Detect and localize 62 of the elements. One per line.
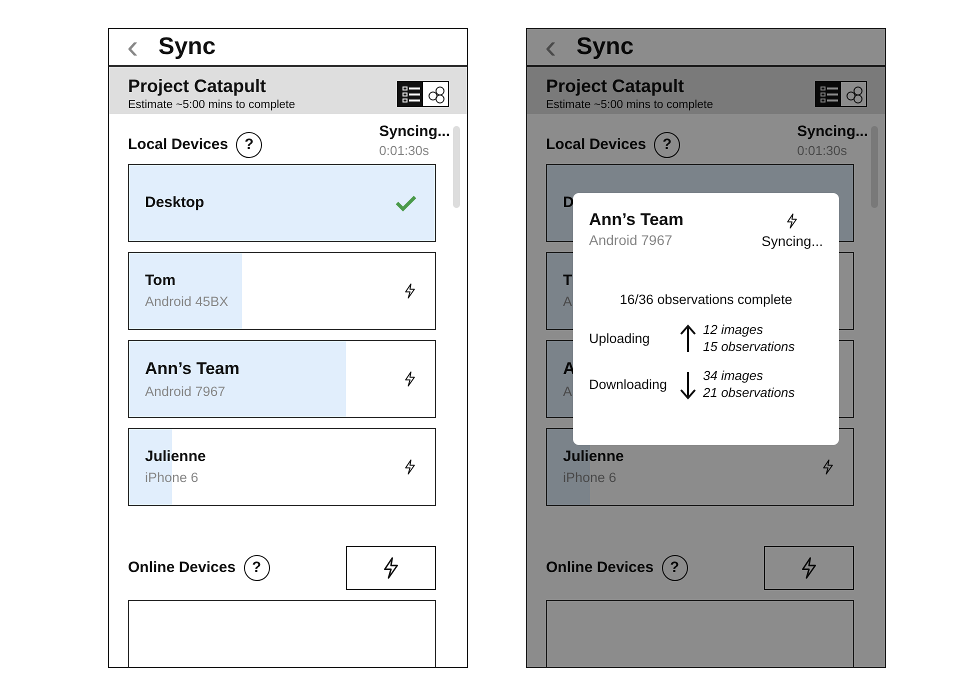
scrollbar[interactable] <box>453 126 460 208</box>
device-model: A <box>563 293 572 312</box>
device-card[interactable]: Ann’s Team Android 7967 <box>128 340 436 418</box>
elapsed-time: 0:01:30s <box>797 142 848 160</box>
sync-status: Syncing... <box>797 124 868 141</box>
check-icon <box>395 194 417 212</box>
list-view-toggle[interactable] <box>816 82 841 106</box>
transfer-count: 34 images <box>703 368 764 385</box>
help-button[interactable]: ? <box>244 555 270 582</box>
lightning-icon <box>403 281 417 302</box>
progress-summary: 16/36 observations complete <box>618 291 794 309</box>
lightning-icon <box>785 211 800 231</box>
device-card[interactable]: Julienne iPhone 6 <box>128 428 436 506</box>
section-heading: Local Devices <box>128 134 228 155</box>
device-model: iPhone 6 <box>563 469 618 488</box>
device-name: Tom <box>145 270 177 291</box>
device-card[interactable]: Tom Android 45BX <box>128 252 436 330</box>
transfer-count: 12 images <box>703 322 764 340</box>
device-name: Julienne <box>145 446 206 467</box>
device-name: T <box>563 270 572 291</box>
help-button[interactable]: ? <box>662 555 688 582</box>
screen-title: Sync <box>158 32 216 62</box>
device-model: Android 7967 <box>145 382 226 401</box>
transfer-label: Uploading <box>589 330 651 348</box>
project-name: Project Catapult <box>128 77 268 97</box>
section-heading: Local Devices <box>546 134 646 155</box>
device-card[interactable] <box>546 600 854 667</box>
section-heading: Online Devices <box>128 558 236 578</box>
sync-status: Syncing... <box>379 124 450 141</box>
device-model: Android 7967 <box>589 230 674 250</box>
project-name: Project Catapult <box>546 77 686 97</box>
up-arrow-icon <box>679 324 697 354</box>
device-model: Android 45BX <box>145 293 228 312</box>
device-name: Julienne <box>563 446 624 467</box>
device-card[interactable]: Desktop <box>128 164 436 242</box>
device-model: A <box>563 382 574 401</box>
transfer-count: 21 observations <box>703 384 795 402</box>
device-name: D <box>563 192 574 213</box>
elapsed-time: 0:01:30s <box>379 142 430 160</box>
device-name: Ann’s Team <box>145 358 240 380</box>
transfer-label: Downloading <box>589 376 668 394</box>
screen-title: Sync <box>576 32 634 62</box>
back-button[interactable]: ‹ <box>127 30 138 64</box>
lightning-icon <box>403 457 417 478</box>
graph-view-toggle[interactable] <box>841 82 866 106</box>
help-button[interactable]: ? <box>654 132 680 158</box>
graph-view-toggle[interactable] <box>423 82 448 106</box>
lightning-icon <box>821 457 835 478</box>
estimate-text: Estimate ~5:00 mins to complete <box>546 98 714 113</box>
device-name: Desktop <box>145 192 204 213</box>
transfer-count: 15 observations <box>703 339 795 356</box>
estimate-text: Estimate ~5:00 mins to complete <box>128 98 296 113</box>
device-model: iPhone 6 <box>145 469 200 488</box>
sync-button[interactable] <box>346 546 436 590</box>
device-card[interactable] <box>128 600 436 667</box>
device-name: Ann’s Team <box>589 211 684 230</box>
section-heading: Online Devices <box>546 558 654 578</box>
lightning-icon <box>403 369 417 390</box>
list-view-toggle[interactable] <box>398 82 423 106</box>
help-button[interactable]: ? <box>236 132 262 158</box>
sync-status: Syncing... <box>762 232 823 251</box>
down-arrow-icon <box>679 370 697 400</box>
